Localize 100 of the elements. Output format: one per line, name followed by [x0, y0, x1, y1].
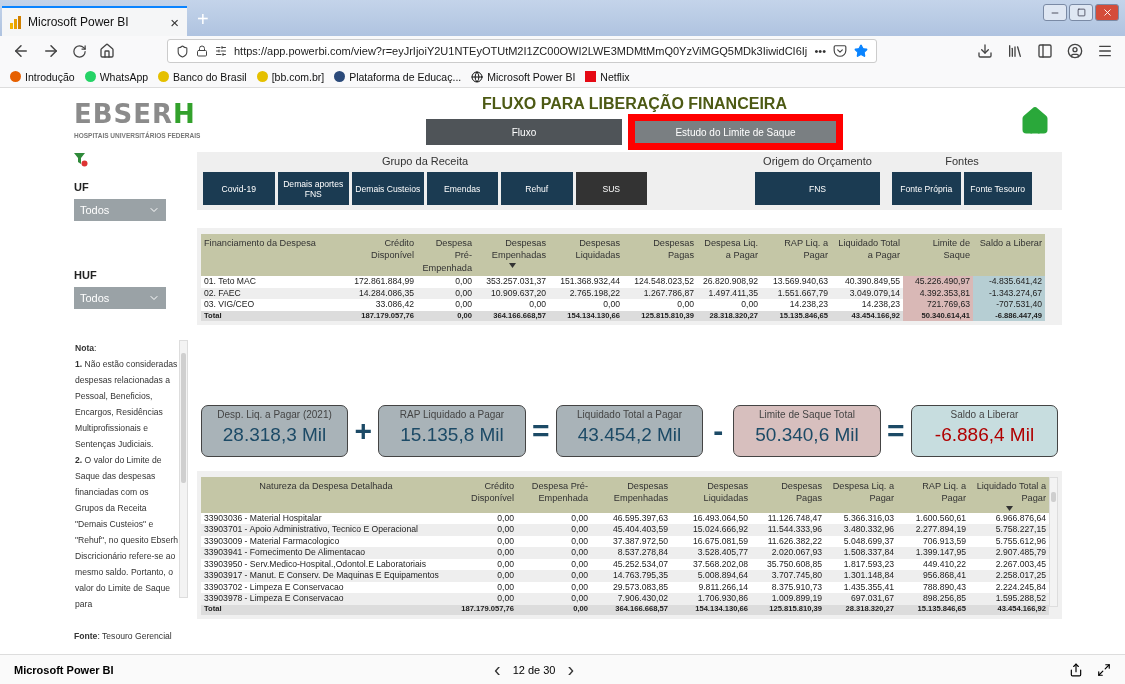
column-header[interactable]: Liquidado Total a Pagar	[969, 476, 1049, 513]
operator-sign: +	[354, 413, 373, 448]
table-cell: 2.277.894,19	[897, 524, 969, 536]
column-header[interactable]: Liquidado Total a Pagar	[831, 234, 903, 277]
table-cell: 0,00	[549, 299, 623, 311]
previous-page-button[interactable]: ‹	[494, 658, 501, 681]
clear-filter-icon[interactable]	[74, 152, 88, 167]
table-cell: 1.399.147,95	[897, 547, 969, 559]
column-header[interactable]: Despesa Liq. a Pagar	[825, 476, 897, 513]
slicer-button[interactable]: FNS	[755, 172, 880, 205]
slicer-button[interactable]: Demais Custeios	[352, 172, 424, 205]
table-cell: 3.707.745,80	[751, 570, 825, 582]
operator-sign: -	[712, 413, 725, 448]
bookmark[interactable]: Netflix	[585, 70, 630, 83]
column-header[interactable]: RAP Liq. a Pagar	[897, 476, 969, 513]
library-icon[interactable]	[1007, 43, 1023, 59]
menu-icon[interactable]	[1097, 43, 1113, 59]
column-header[interactable]: Despesas Empenhadas	[475, 234, 549, 277]
home-icon[interactable]	[99, 43, 115, 59]
column-header[interactable]: Crédito Disponível	[451, 476, 517, 513]
column-header[interactable]: Saldo a Liberar	[973, 234, 1045, 277]
table-cell: 0,00	[451, 593, 517, 605]
restore-button[interactable]	[1069, 4, 1093, 21]
download-icon[interactable]	[977, 43, 993, 59]
column-header[interactable]: Limite de Saque	[903, 234, 973, 277]
fullscreen-icon[interactable]	[1097, 662, 1111, 677]
minimize-button[interactable]	[1043, 4, 1067, 21]
slicer-title: Grupo da Receita	[381, 154, 469, 169]
close-button[interactable]	[1095, 4, 1119, 21]
table-cell: 03. VIG/CEO	[201, 299, 343, 311]
globe-icon	[471, 70, 484, 83]
scrollbar[interactable]	[1049, 476, 1058, 607]
star-icon[interactable]	[854, 44, 868, 58]
table-cell: 1.706.930,86	[671, 593, 751, 605]
kpi-label: RAP Liquidado a Pagar	[399, 408, 505, 420]
restore-icon[interactable]	[1076, 8, 1086, 17]
column-header[interactable]: Crédito Disponível	[343, 234, 417, 277]
sidebar-icon[interactable]	[1037, 43, 1053, 59]
kpi-value: -6.886,4 Mil	[934, 423, 1035, 446]
slicer-button[interactable]: Covid-19	[203, 172, 275, 205]
page-button[interactable]: Fluxo	[426, 119, 622, 145]
slicer-button[interactable]: Fonte Própria	[892, 172, 961, 205]
table-cell: 1.508.337,84	[825, 547, 897, 559]
scrollbar[interactable]	[179, 339, 188, 598]
column-header[interactable]: Despesas Liquidadas	[671, 476, 751, 513]
reload-icon[interactable]	[72, 43, 87, 59]
sort-icon[interactable]	[508, 262, 516, 268]
slicer-button[interactable]: Emendas	[426, 172, 498, 205]
share-icon[interactable]	[1069, 662, 1083, 677]
bookmark[interactable]: WhatsApp	[84, 70, 149, 83]
bookmark-icon	[334, 71, 346, 82]
column-header[interactable]: Despesas Liquidadas	[549, 234, 623, 277]
kpi-label: Liquidado Total a Pagar	[577, 408, 682, 420]
table-cell: 0,00	[517, 570, 591, 582]
permissions-icon	[215, 45, 227, 57]
table-cell: 2.258.017,25	[969, 570, 1049, 582]
browser-tab[interactable]: Microsoft Power BI ×	[2, 6, 187, 36]
slicer-button[interactable]: Demais aportes FNS	[277, 172, 349, 205]
table-cell: 898.256,85	[897, 593, 969, 605]
forward-icon[interactable]	[42, 42, 60, 60]
page-indicator: 12 de 30	[512, 663, 556, 676]
close-icon[interactable]: ×	[170, 14, 179, 30]
table-cell: 14.238,23	[831, 299, 903, 311]
table-cell: 0,00	[517, 547, 591, 559]
address-bar[interactable]: https://app.powerbi.com/view?r=eyJrIjoiY2U1NTEyOTUtM2I1ZC00OWI2LWE3MDMtMmQ0YzViMGQ5MDk3IiwidCI6Ij •••	[167, 39, 877, 63]
slicer-title: Fontes	[945, 154, 979, 169]
next-page-button[interactable]: ›	[567, 658, 575, 681]
bookmark[interactable]: Introdução	[10, 70, 75, 83]
table-cell: 3.528.405,77	[671, 547, 751, 559]
close-icon[interactable]	[1101, 7, 1113, 18]
table-cell: 956.868,41	[897, 570, 969, 582]
table-cell: 2.907.485,79	[969, 547, 1049, 559]
table-cell: 0,00	[517, 524, 591, 536]
table-cell: 45.226.490,97	[903, 276, 973, 288]
table-cell: -707.531,40	[973, 299, 1045, 311]
slicer-button[interactable]: Rehuf	[501, 172, 573, 205]
column-header[interactable]: Despesas Empenhadas	[591, 476, 671, 513]
back-icon[interactable]	[12, 42, 30, 60]
more-button[interactable]: •••	[814, 45, 826, 57]
bookmark[interactable]: [bb.com.br]	[256, 70, 325, 83]
column-header[interactable]: Financiamento da Despesa	[201, 234, 343, 277]
table-cell: 14.238,23	[761, 299, 831, 311]
column-header[interactable]: Despesas Pagas	[623, 234, 697, 277]
column-header[interactable]: Despesa Pré-Empenhada	[417, 234, 475, 277]
note-text: Nota: 1. Não estão consideradas despesas relacionadas a Pessoal, Beneficios, Encargos, Residências Multiprofissionais e Sentenças Judiciais. 2. O valor do Limite de Saque das despesas financiadas com os Grupos da Receita "Demais Custeios" e "Rehuf", no quesito Ebserh Discricionário refere-se ao mesmo saldo. Portanto, o valor do Limite de Saque para	[75, 341, 179, 611]
bookmark[interactable]: Microsoft Power BI	[471, 70, 576, 83]
slicer-button[interactable]: SUS	[575, 172, 647, 205]
column-header[interactable]: Natureza da Despesa Detalhada	[201, 476, 451, 513]
column-header[interactable]: Despesa Liq. a Pagar	[697, 234, 761, 277]
bookmark[interactable]: Plataforma de Educaç...	[334, 70, 462, 83]
column-header[interactable]: RAP Liq. a Pagar	[761, 234, 831, 277]
bookmark[interactable]: Banco do Brasil	[158, 70, 247, 83]
account-icon[interactable]	[1067, 43, 1083, 59]
table-cell: 0,00	[623, 299, 697, 311]
pocket-icon[interactable]	[833, 44, 847, 58]
column-header[interactable]: Despesa Pré-Empenhada	[517, 476, 591, 513]
page-button[interactable]: Estudo do Limite de Saque	[628, 114, 843, 150]
bookmark-icon	[158, 71, 170, 82]
slicer-button[interactable]: Fonte Tesouro	[963, 172, 1032, 205]
column-header[interactable]: Despesas Pagas	[751, 476, 825, 513]
